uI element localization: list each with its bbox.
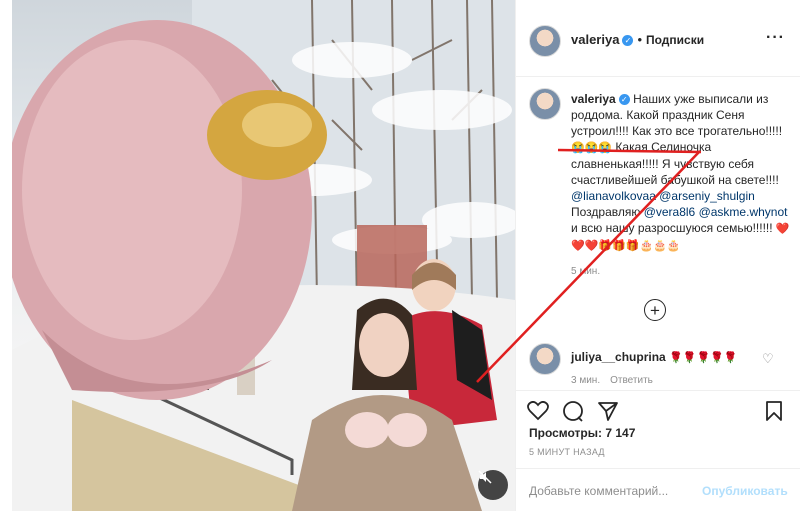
more-dots-icon[interactable]: ··· — [766, 29, 785, 47]
view-count[interactable]: Просмотры: 7 147 — [529, 426, 635, 440]
comment: juliya__chuprina 🌹🌹🌹🌹🌹 — [571, 350, 738, 364]
share-paper-plane-icon[interactable] — [596, 399, 620, 423]
comment-timestamp: 3 мин. — [571, 375, 601, 386]
action-bar — [516, 390, 800, 430]
video-frame-illustration — [12, 0, 515, 511]
comment-bubble-icon[interactable] — [561, 399, 585, 423]
comment-meta: 3 мин. Ответить — [571, 375, 663, 386]
post-timestamp: 5 МИНУТ НАЗАД — [529, 447, 605, 457]
caption-author-avatar[interactable] — [529, 88, 561, 120]
mention-link[interactable]: @askme.whynot — [699, 205, 788, 219]
header-separator: • — [637, 32, 642, 47]
header-author-line: valeriya ✓ • Подписки — [571, 32, 704, 47]
mention-link[interactable]: @lianavolkovaa — [571, 189, 656, 203]
post-header: valeriya ✓ • Подписки ··· — [516, 0, 800, 77]
heart-icon[interactable] — [526, 399, 550, 423]
caption-timestamp: 5 мин. — [571, 266, 601, 277]
post-side-panel: valeriya ✓ • Подписки ··· valeriya ✓ Наших у… — [515, 0, 800, 511]
verified-badge-icon: ✓ — [618, 94, 630, 106]
mute-toggle-button[interactable] — [478, 470, 508, 500]
mention-link[interactable]: @arseniy_shulgin — [659, 189, 755, 203]
comment-input[interactable] — [529, 481, 699, 501]
author-avatar[interactable] — [529, 25, 561, 57]
caption-text-4: и всю нашу разросшуюся семью!!!!!! — [571, 221, 776, 235]
speaker-muted-icon — [478, 470, 492, 484]
following-button[interactable]: Подписки — [646, 33, 704, 47]
post-video[interactable] — [12, 0, 515, 511]
commenter-avatar[interactable] — [529, 343, 561, 375]
commenter-username[interactable]: juliya__chuprina — [571, 350, 666, 364]
comment-text: 🌹🌹🌹🌹🌹 — [669, 352, 738, 364]
publish-button[interactable]: Опубликовать — [702, 484, 788, 498]
caption-emoji-1: 😭😭😭 — [571, 142, 613, 154]
comment-heart-icon[interactable]: ♡ — [762, 351, 774, 367]
load-more-comments-icon[interactable]: + — [644, 299, 666, 321]
reply-button[interactable]: Ответить — [610, 375, 653, 386]
bookmark-icon[interactable] — [762, 399, 786, 423]
mention-link[interactable]: @vera8l6 — [644, 205, 696, 219]
caption-text-3: Поздравляю — [571, 205, 644, 219]
caption-author-username[interactable]: valeriya — [571, 92, 616, 106]
author-username[interactable]: valeriya — [571, 32, 619, 47]
verified-badge-icon: ✓ — [622, 35, 634, 47]
page-edge — [0, 0, 12, 511]
add-comment-bar: Опубликовать — [516, 468, 800, 511]
post-caption: valeriya ✓ Наших уже выписали из роддома.… — [571, 91, 791, 254]
